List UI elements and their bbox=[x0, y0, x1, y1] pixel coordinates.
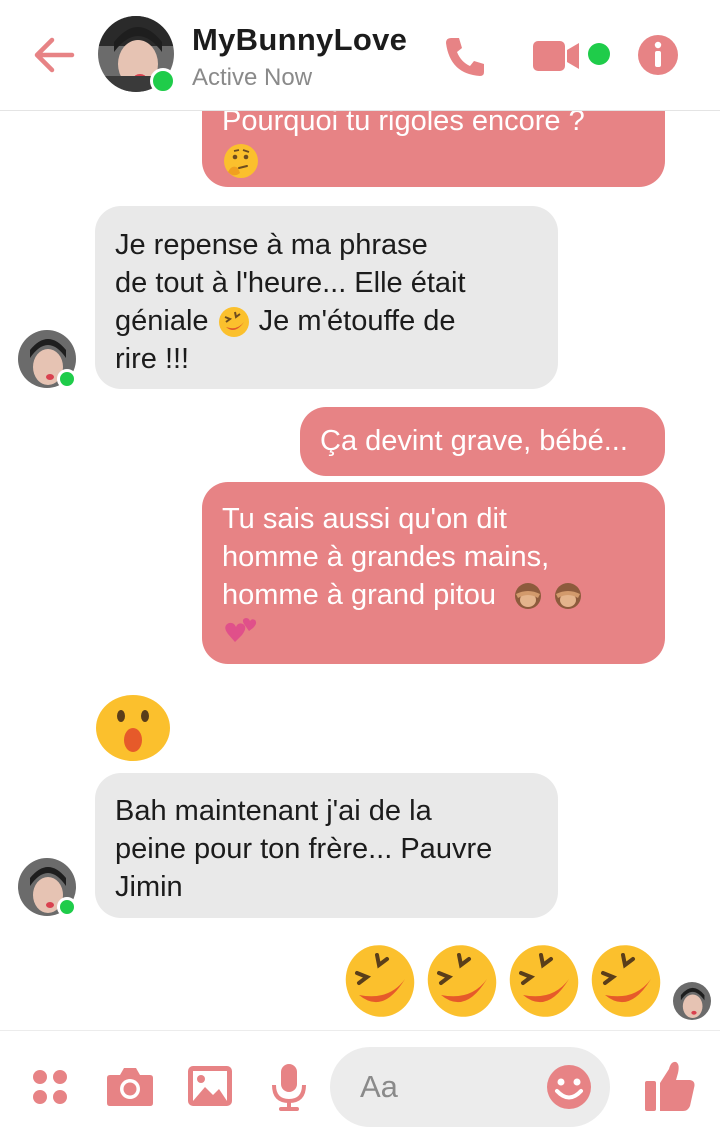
message-input[interactable]: Aa bbox=[330, 1047, 610, 1127]
message-line: Tu sais aussi qu'on dit bbox=[222, 503, 507, 535]
astonished-face-emoji-icon[interactable] bbox=[95, 694, 171, 762]
gallery-image-icon[interactable] bbox=[187, 1065, 233, 1107]
message-input-placeholder: Aa bbox=[360, 1069, 398, 1104]
message-line: homme à grand pitou bbox=[222, 576, 645, 614]
rofl-emoji-icon bbox=[427, 945, 497, 1017]
info-icon[interactable] bbox=[637, 34, 679, 76]
outgoing-message[interactable]: Ça devint grave, bébé... bbox=[300, 407, 665, 476]
back-arrow-icon[interactable] bbox=[28, 30, 78, 80]
contact-status: Active Now bbox=[192, 64, 313, 91]
incoming-message[interactable]: Je repense à ma phrase de tout à l'heure… bbox=[95, 206, 558, 389]
rofl-emoji-icon bbox=[218, 307, 249, 338]
message-line: peine pour ton frère... Pauvre bbox=[115, 833, 493, 865]
see-no-evil-monkey-emoji-icon bbox=[555, 583, 582, 610]
message-line: de tout à l'heure... Elle était bbox=[115, 267, 466, 299]
message-line: Je repense à ma phrase bbox=[115, 229, 428, 261]
message-text: géniale bbox=[115, 305, 209, 337]
two-hearts-emoji-icon bbox=[225, 618, 257, 642]
outgoing-message[interactable]: Tu sais aussi qu'on dit homme à grandes … bbox=[202, 482, 665, 664]
active-status-dot bbox=[150, 68, 176, 94]
composer-bar: Aa bbox=[0, 1030, 720, 1137]
camera-icon[interactable] bbox=[106, 1065, 154, 1107]
video-online-dot bbox=[588, 43, 610, 65]
message-text: homme à grand pitou bbox=[222, 579, 497, 611]
rofl-emoji-icon bbox=[509, 945, 579, 1017]
message-text: Je m'étouffe de bbox=[258, 305, 456, 337]
microphone-icon[interactable] bbox=[271, 1063, 307, 1111]
message-line: Bah maintenant j'ai de la bbox=[115, 795, 432, 827]
emoji-picker-icon[interactable] bbox=[546, 1064, 592, 1110]
active-status-dot bbox=[57, 369, 77, 389]
thinking-face-emoji-icon bbox=[224, 144, 258, 179]
active-status-dot bbox=[57, 897, 77, 917]
apps-menu-icon[interactable] bbox=[30, 1067, 70, 1107]
incoming-message[interactable]: Bah maintenant j'ai de la peine pour ton… bbox=[95, 773, 558, 918]
message-text: Ça devint grave, bébé... bbox=[320, 425, 628, 457]
message-line: homme à grandes mains, bbox=[222, 541, 550, 573]
read-receipt-avatar bbox=[673, 982, 711, 1020]
phone-icon[interactable] bbox=[442, 34, 488, 80]
contact-name[interactable]: MyBunnyLove bbox=[192, 22, 407, 58]
video-call-icon[interactable] bbox=[533, 38, 581, 74]
outgoing-emoji-message[interactable] bbox=[343, 943, 663, 1019]
thumbs-up-icon[interactable] bbox=[643, 1059, 697, 1113]
rofl-emoji-icon bbox=[345, 945, 415, 1017]
message-line: Jimin bbox=[115, 871, 183, 903]
see-no-evil-monkey-emoji-icon bbox=[515, 583, 542, 610]
chat-header: MyBunnyLove Active Now bbox=[0, 0, 720, 111]
message-line: rire !!! bbox=[115, 343, 190, 375]
rofl-emoji-icon bbox=[591, 945, 661, 1017]
message-line: géniale Je m'étouffe de bbox=[115, 302, 538, 340]
